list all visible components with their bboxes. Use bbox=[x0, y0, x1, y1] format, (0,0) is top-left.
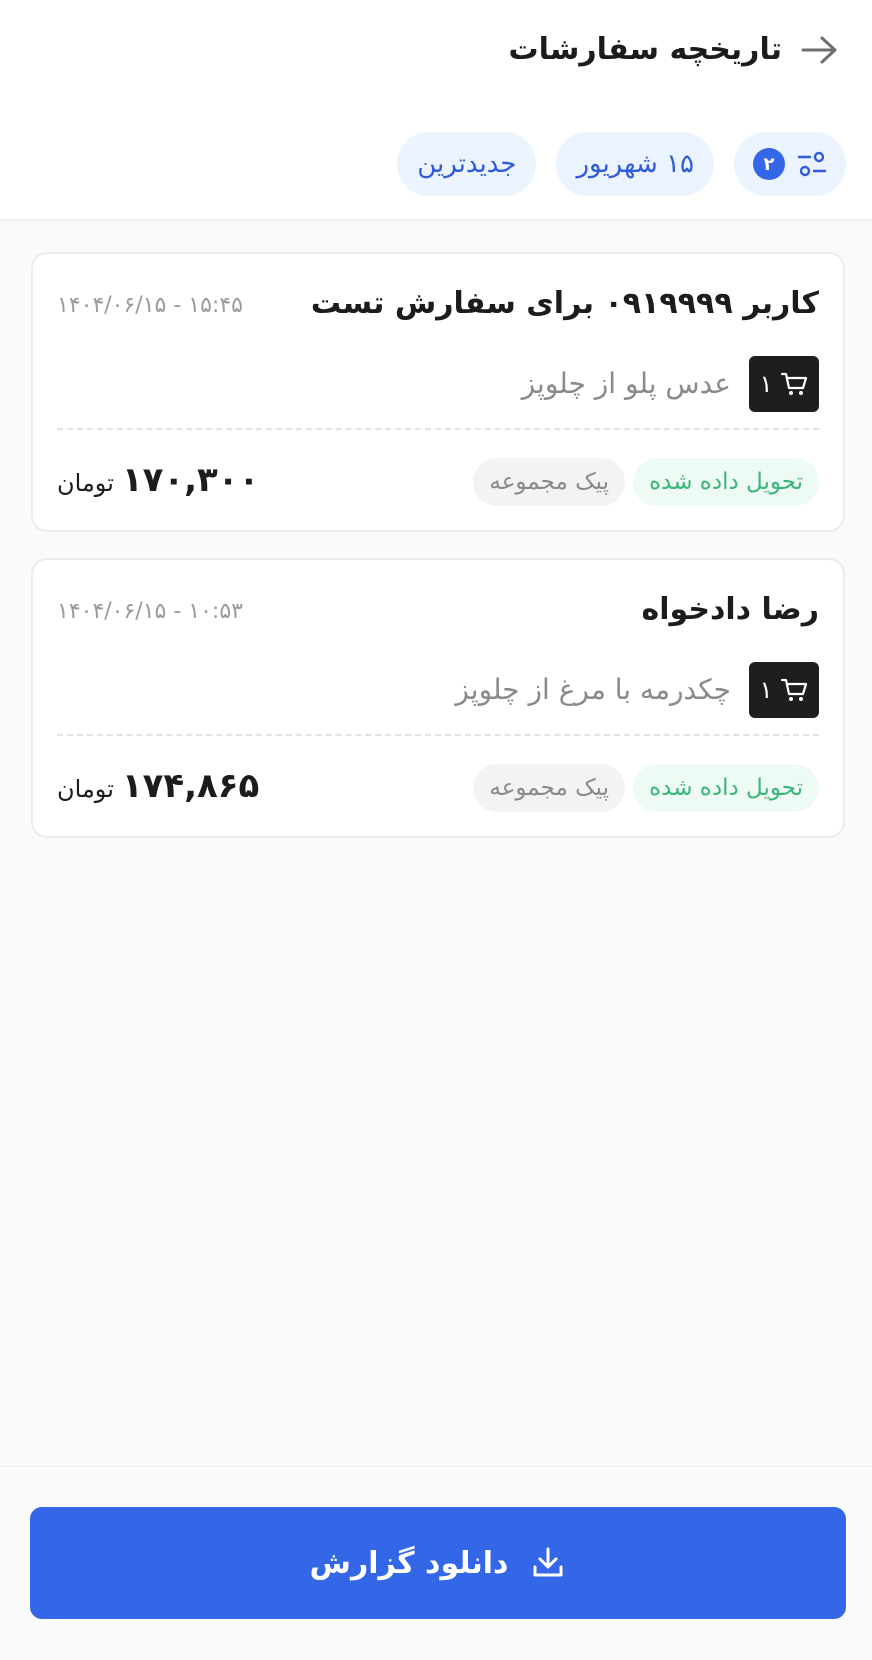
cart-icon bbox=[781, 372, 808, 395]
arrow-right-icon bbox=[801, 36, 837, 64]
order-time: ۱۴۰۴/۰۶/۱۵ - ۱۵:۴۵ bbox=[57, 293, 243, 318]
header: تاریخچه سفارشات ۲ ۱۵ شهریور جدیدترین bbox=[0, 0, 872, 220]
price-currency: تومان bbox=[57, 775, 114, 803]
cart-icon bbox=[781, 678, 808, 701]
quantity-value: ۱ bbox=[759, 676, 773, 704]
back-button[interactable] bbox=[798, 28, 842, 72]
footer: دانلود گزارش bbox=[0, 1466, 872, 1660]
order-price: ۱۷۰,۳۰۰ تومان bbox=[57, 450, 259, 510]
date-chip[interactable]: ۱۵ شهریور bbox=[556, 132, 714, 196]
customer-name: کاربر ۰۹۱۹۹۹۹ برای سفارش تست bbox=[310, 286, 819, 321]
status-badge: تحویل داده شده bbox=[633, 764, 819, 812]
customer-name: رضا دادخواه bbox=[641, 592, 819, 627]
price-value: ۱۷۴,۸۶۵ bbox=[121, 766, 260, 806]
filter-count-badge: ۲ bbox=[753, 148, 785, 180]
order-card[interactable]: رضا دادخواه ۱۴۰۴/۰۶/۱۵ - ۱۰:۵۳ ۱ چکدرمه … bbox=[31, 558, 845, 838]
sort-chip[interactable]: جدیدترین bbox=[397, 132, 537, 196]
download-report-button[interactable]: دانلود گزارش bbox=[30, 1507, 846, 1619]
order-history-page: تاریخچه سفارشات ۲ ۱۵ شهریور جدیدترین کار… bbox=[0, 0, 872, 1660]
download-icon bbox=[533, 1547, 563, 1577]
filter-sliders-icon bbox=[797, 151, 827, 177]
filter-chip[interactable]: ۲ bbox=[734, 132, 846, 196]
order-time: ۱۴۰۴/۰۶/۱۵ - ۱۰:۵۳ bbox=[57, 599, 243, 624]
quantity-box: ۱ bbox=[749, 356, 819, 412]
order-card[interactable]: کاربر ۰۹۱۹۹۹۹ برای سفارش تست ۱۴۰۴/۰۶/۱۵ … bbox=[31, 252, 845, 532]
divider bbox=[57, 734, 819, 736]
delivery-badge: پیک مجموعه bbox=[473, 458, 625, 506]
item-name: عدس پلو از چلوپز bbox=[521, 367, 731, 400]
quantity-value: ۱ bbox=[759, 370, 773, 398]
price-currency: تومان bbox=[57, 469, 114, 497]
quantity-box: ۱ bbox=[749, 662, 819, 718]
delivery-badge: پیک مجموعه bbox=[473, 764, 625, 812]
page-title: تاریخچه سفارشات bbox=[508, 32, 783, 67]
price-value: ۱۷۰,۳۰۰ bbox=[121, 460, 260, 500]
item-name: چکدرمه با مرغ از چلوپز bbox=[455, 673, 731, 706]
filter-chips: ۲ ۱۵ شهریور جدیدترین bbox=[397, 132, 846, 196]
download-label: دانلود گزارش bbox=[309, 1545, 509, 1581]
divider bbox=[57, 428, 819, 430]
order-price: ۱۷۴,۸۶۵ تومان bbox=[57, 756, 259, 816]
status-badge: تحویل داده شده bbox=[633, 458, 819, 506]
